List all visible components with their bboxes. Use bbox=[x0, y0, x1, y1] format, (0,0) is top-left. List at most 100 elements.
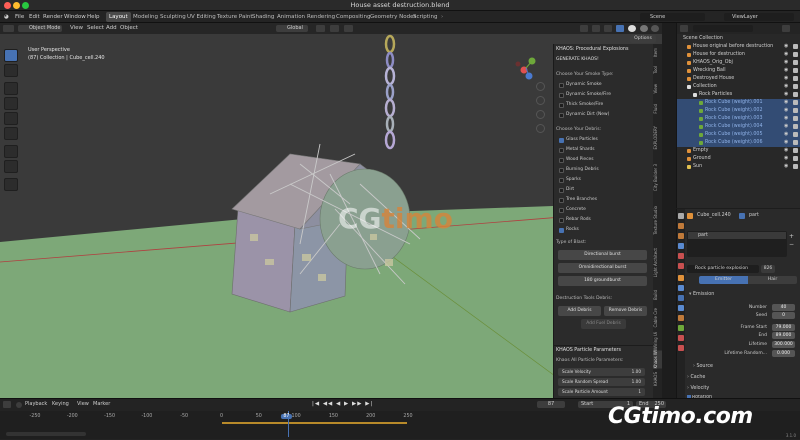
menu-render[interactable]: Render bbox=[43, 11, 63, 23]
render-camera-icon[interactable] bbox=[793, 60, 798, 65]
render-camera-icon[interactable] bbox=[793, 164, 798, 169]
frame-end-field[interactable]: 89.000 bbox=[772, 332, 795, 339]
render-camera-icon[interactable] bbox=[793, 100, 798, 105]
debris-option-checkbox[interactable] bbox=[559, 208, 564, 213]
tab-tool[interactable]: Tool bbox=[653, 66, 662, 74]
visibility-eye-icon[interactable]: ◉ bbox=[784, 148, 790, 153]
add-debris-button[interactable]: Add Debris bbox=[558, 306, 601, 316]
cursor-tool-icon[interactable] bbox=[4, 64, 18, 77]
viewport-menu-object[interactable]: Object bbox=[120, 23, 138, 34]
modifier-props-icon[interactable] bbox=[678, 285, 684, 291]
outliner-row[interactable]: Wrecking Ball ◉ bbox=[677, 67, 800, 75]
debris-option-checkbox[interactable] bbox=[559, 148, 564, 153]
smoke-option-checkbox[interactable] bbox=[559, 103, 564, 108]
debris-option-checkbox[interactable] bbox=[559, 158, 564, 163]
scale-random-spread-field[interactable]: Scale Random Spread 1.00 bbox=[558, 378, 645, 386]
tab-cable-creator[interactable]: Cable Cre bbox=[653, 308, 662, 327]
render-camera-icon[interactable] bbox=[793, 108, 798, 113]
scale-velocity-field[interactable]: Scale Velocity 1.00 bbox=[558, 368, 645, 376]
users-count[interactable]: 826 bbox=[761, 265, 775, 273]
snap-icon[interactable] bbox=[330, 25, 339, 32]
gizmo-icon[interactable] bbox=[592, 25, 600, 32]
proportional-edit-icon[interactable] bbox=[344, 25, 353, 32]
tab-view[interactable]: View bbox=[653, 84, 662, 94]
solid-shading-icon[interactable] bbox=[628, 25, 636, 32]
workspace-scripting[interactable]: Scripting bbox=[410, 12, 440, 22]
tab-khaos-wl[interactable]: Khaos Wl bbox=[653, 350, 662, 369]
seed-field[interactable]: 0 bbox=[772, 312, 795, 319]
tab-khaos[interactable]: KHAOS bbox=[653, 372, 662, 386]
timeline-menu-view[interactable]: View bbox=[77, 401, 89, 407]
outliner-row[interactable]: Sun ◉ bbox=[677, 163, 800, 171]
remove-system-icon[interactable]: − bbox=[789, 241, 794, 248]
particle-system-row[interactable]: part bbox=[688, 232, 786, 239]
scene-selector[interactable]: Scene bbox=[640, 13, 705, 21]
filter-icon[interactable] bbox=[782, 25, 790, 32]
visibility-eye-icon[interactable]: ◉ bbox=[784, 108, 790, 113]
timeline-menu-keying[interactable]: Keying bbox=[52, 401, 69, 407]
render-camera-icon[interactable] bbox=[793, 92, 798, 97]
texture-props-icon[interactable] bbox=[678, 345, 684, 351]
visibility-eye-icon[interactable]: ◉ bbox=[784, 92, 790, 97]
select-box-tool-icon[interactable] bbox=[4, 49, 18, 62]
outliner-row[interactable]: Collection ◉ bbox=[677, 83, 800, 91]
visibility-eye-icon[interactable]: ◉ bbox=[784, 132, 790, 137]
tab-explodery[interactable]: EXPLODERY bbox=[653, 126, 662, 150]
playback-controls[interactable]: |◀ ◀◀ ◀ ▶ ▶▶ ▶| bbox=[312, 401, 373, 407]
auto-key-icon[interactable] bbox=[16, 402, 22, 408]
timeline-editor-icon[interactable] bbox=[3, 401, 11, 408]
outliner-row[interactable]: House for destruction ◉ bbox=[677, 51, 800, 59]
overlay-icon[interactable] bbox=[604, 25, 612, 32]
visibility-icon[interactable] bbox=[580, 25, 588, 32]
visibility-eye-icon[interactable]: ◉ bbox=[784, 124, 790, 129]
viewport-menu-view[interactable]: View bbox=[70, 23, 83, 34]
visibility-eye-icon[interactable]: ◉ bbox=[784, 60, 790, 65]
render-camera-icon[interactable] bbox=[793, 52, 798, 57]
visibility-eye-icon[interactable]: ◉ bbox=[784, 164, 790, 169]
outliner-row[interactable]: Rock Cube (weight).002 ◉ bbox=[677, 107, 800, 115]
material-shading-icon[interactable] bbox=[640, 25, 648, 32]
render-camera-icon[interactable] bbox=[793, 84, 798, 89]
outliner-row[interactable]: Rock Particles ◉ bbox=[677, 91, 800, 99]
outliner-row[interactable]: Rock Cube (weight).001 ◉ bbox=[677, 99, 800, 107]
menu-window[interactable]: Window bbox=[64, 11, 86, 23]
hair-tab[interactable]: Hair bbox=[748, 276, 797, 284]
mode-selector[interactable]: Object Mode bbox=[18, 25, 62, 32]
visibility-eye-icon[interactable]: ◉ bbox=[784, 68, 790, 73]
data-props-icon[interactable] bbox=[678, 325, 684, 331]
render-camera-icon[interactable] bbox=[793, 44, 798, 49]
rotate-tool-icon[interactable] bbox=[4, 97, 18, 110]
frame-start-field[interactable]: 79.000 bbox=[772, 324, 795, 331]
lifetime-field[interactable]: 300.000 bbox=[772, 341, 795, 348]
timeline-scrollbar[interactable] bbox=[6, 432, 86, 436]
number-field[interactable]: 40 bbox=[772, 304, 795, 311]
viewport-menu-add[interactable]: Add bbox=[106, 23, 117, 34]
transform-tool-icon[interactable] bbox=[4, 127, 18, 140]
tab-wiring[interactable]: Wiring Ui bbox=[653, 332, 662, 350]
blender-logo-icon[interactable]: ◕ bbox=[4, 11, 12, 23]
remove-debris-button[interactable]: Remove Debris bbox=[604, 306, 647, 316]
physics-props-icon[interactable] bbox=[678, 305, 684, 311]
render-camera-icon[interactable] bbox=[793, 148, 798, 153]
debris-option-checkbox[interactable] bbox=[559, 138, 564, 143]
outliner-editor-icon[interactable] bbox=[680, 25, 688, 32]
tab-build[interactable]: Build bbox=[653, 290, 662, 300]
scale-tool-icon[interactable] bbox=[4, 112, 18, 125]
perspective-grid-icon[interactable] bbox=[536, 124, 545, 133]
cache-panel-header[interactable]: › Cache bbox=[687, 375, 705, 380]
particles-props-icon[interactable] bbox=[678, 295, 684, 301]
current-frame-field[interactable]: 87 bbox=[537, 401, 565, 408]
outliner-row[interactable]: House original before destruction ◉ bbox=[677, 43, 800, 51]
generate-khaos-button[interactable]: GENERATE KHAOS! bbox=[556, 56, 599, 64]
debris-option-checkbox[interactable] bbox=[559, 228, 564, 233]
visibility-eye-icon[interactable]: ◉ bbox=[784, 156, 790, 161]
debris-option-checkbox[interactable] bbox=[559, 198, 564, 203]
workspace-layout[interactable]: Layout bbox=[106, 12, 131, 22]
outliner-row[interactable]: Rock Cube (weight).003 ◉ bbox=[677, 115, 800, 123]
tab-texture-studio[interactable]: Texture Studio bbox=[653, 206, 662, 235]
tab-fluid[interactable]: Fluid bbox=[653, 104, 662, 114]
omnidirectional-burst-button[interactable]: Omnidirectional burst bbox=[558, 263, 647, 273]
particle-settings-selector[interactable]: Rock particle explosion bbox=[687, 265, 759, 273]
camera-view-icon[interactable] bbox=[536, 110, 545, 119]
tab-light-architect[interactable]: Light Architect bbox=[653, 248, 662, 277]
